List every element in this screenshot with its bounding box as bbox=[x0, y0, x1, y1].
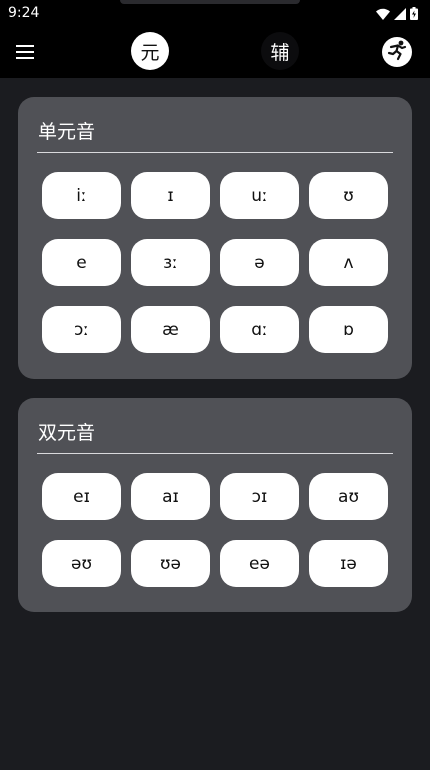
phoneme-button[interactable]: eə bbox=[220, 540, 299, 587]
phoneme-button[interactable]: ɔɪ bbox=[220, 473, 299, 520]
practice-button[interactable] bbox=[382, 37, 412, 67]
wifi-icon bbox=[376, 5, 390, 24]
tab-vowels[interactable]: 元 bbox=[131, 32, 169, 70]
monophthongs-title: 单元音 bbox=[38, 121, 96, 143]
running-person-icon bbox=[386, 39, 408, 65]
phoneme-button[interactable]: ɪə bbox=[309, 540, 388, 587]
phoneme-button[interactable]: e bbox=[42, 239, 121, 286]
phoneme-button[interactable]: iː bbox=[42, 172, 121, 219]
phoneme-button[interactable]: aɪ bbox=[131, 473, 210, 520]
phoneme-button[interactable]: ɒ bbox=[309, 306, 388, 353]
tab-consonants[interactable]: 辅 bbox=[261, 32, 299, 70]
phoneme-button[interactable]: ɪ bbox=[131, 172, 210, 219]
app-bar: 元 辅 bbox=[0, 26, 430, 78]
divider bbox=[37, 453, 393, 454]
diphthongs-grid: eɪ aɪ ɔɪ aʊ əʊ ʊə eə ɪə bbox=[42, 473, 388, 587]
phoneme-button[interactable]: ʊə bbox=[131, 540, 210, 587]
diphthongs-title: 双元音 bbox=[38, 422, 96, 444]
phoneme-button[interactable]: ʌ bbox=[309, 239, 388, 286]
phoneme-button[interactable]: ɑː bbox=[220, 306, 299, 353]
monophthongs-grid: iː ɪ uː ʊ e ɜː ə ʌ ɔː æ ɑː ɒ bbox=[42, 172, 388, 353]
divider bbox=[37, 152, 393, 153]
phoneme-button[interactable]: ə bbox=[220, 239, 299, 286]
menu-icon[interactable] bbox=[14, 41, 38, 63]
phoneme-button[interactable]: eɪ bbox=[42, 473, 121, 520]
camera-notch bbox=[120, 0, 300, 4]
battery-icon bbox=[410, 5, 418, 24]
diphthongs-card: 双元音 eɪ aɪ ɔɪ aʊ əʊ ʊə eə ɪə bbox=[18, 398, 412, 612]
phoneme-button[interactable]: ɜː bbox=[131, 239, 210, 286]
status-time: 9:24 bbox=[8, 5, 40, 21]
phoneme-button[interactable]: uː bbox=[220, 172, 299, 219]
status-icons bbox=[376, 5, 418, 24]
monophthongs-card: 单元音 iː ɪ uː ʊ e ɜː ə ʌ ɔː æ ɑː ɒ bbox=[18, 97, 412, 379]
phoneme-button[interactable]: aʊ bbox=[309, 473, 388, 520]
phoneme-button[interactable]: ʊ bbox=[309, 172, 388, 219]
phoneme-button[interactable]: əʊ bbox=[42, 540, 121, 587]
phoneme-button[interactable]: ɔː bbox=[42, 306, 121, 353]
signal-icon bbox=[394, 5, 406, 24]
phoneme-button[interactable]: æ bbox=[131, 306, 210, 353]
status-bar: 9:24 bbox=[0, 0, 430, 26]
